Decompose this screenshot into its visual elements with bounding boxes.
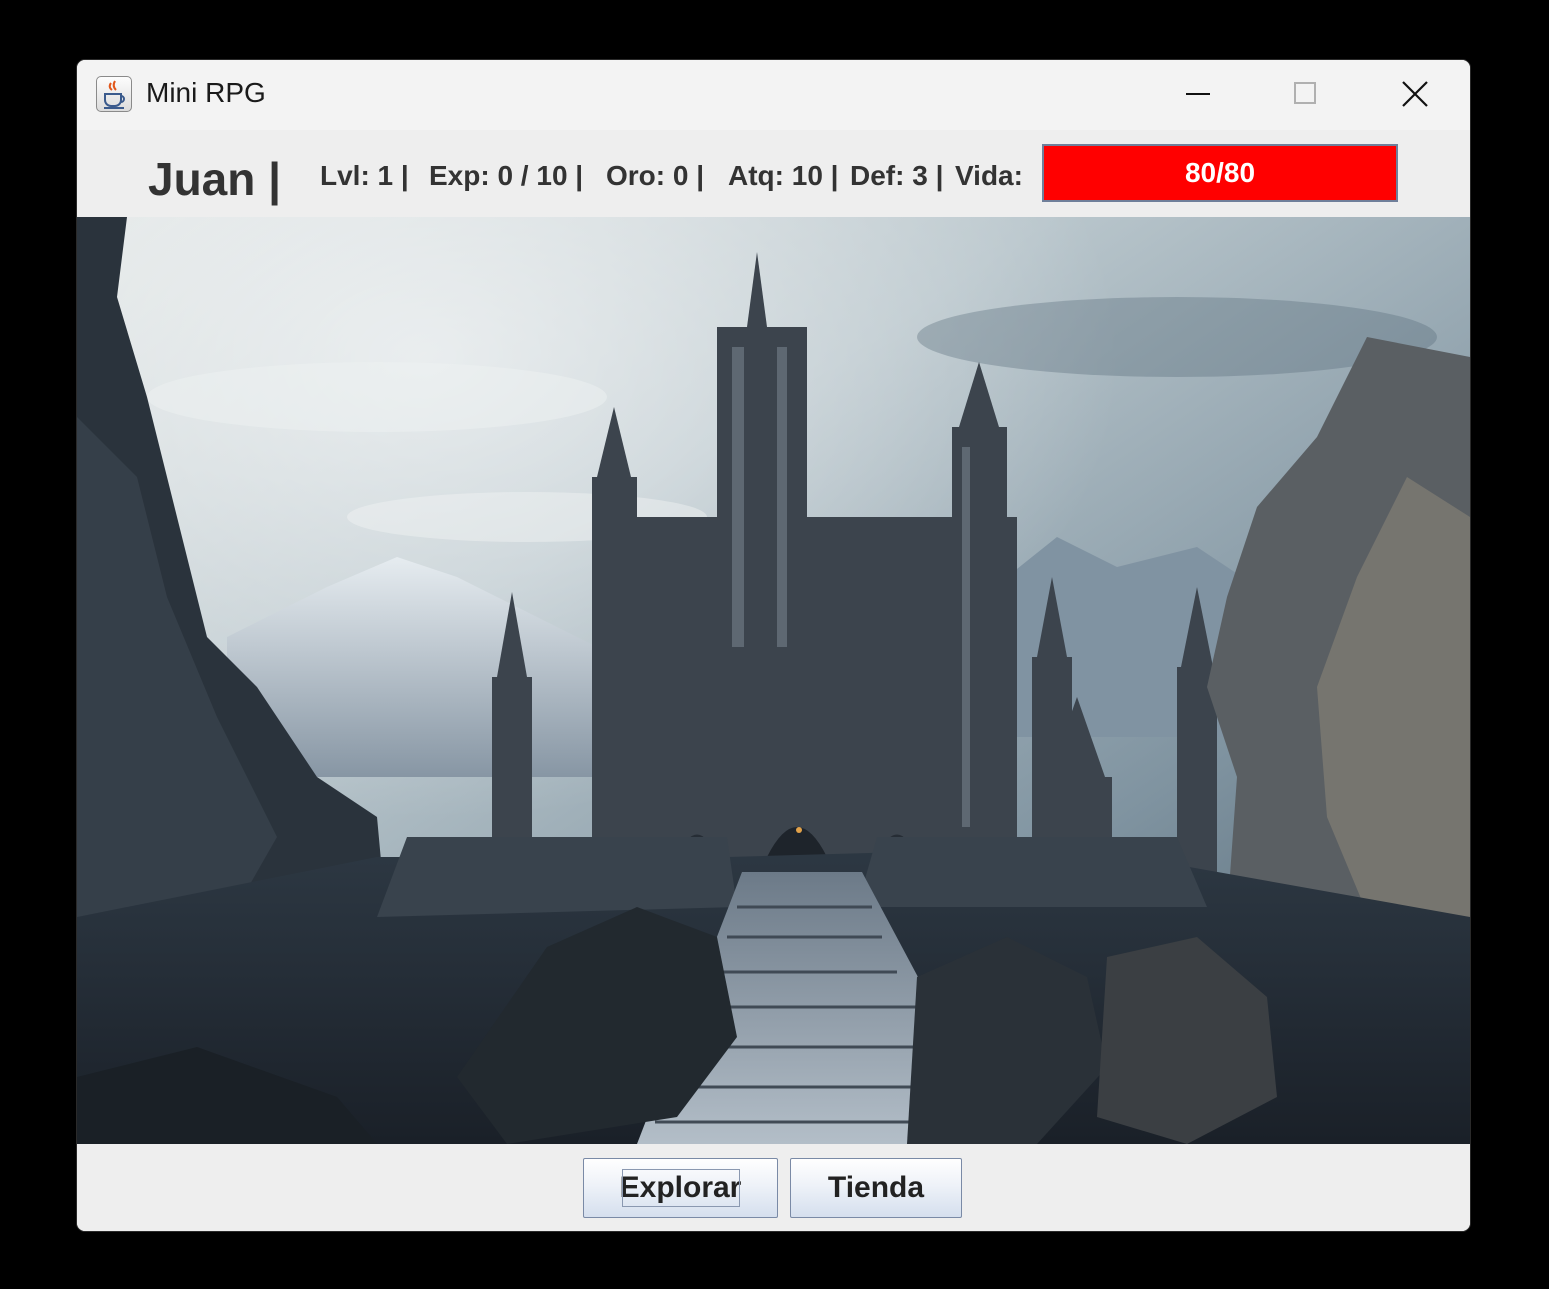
gold-stat: Oro: 0 |	[606, 160, 705, 191]
window-title: Mini RPG	[146, 77, 266, 108]
life-label: Vida:	[955, 160, 1023, 191]
explore-button-label: Explorar	[619, 1171, 742, 1204]
health-bar: 80/80	[1042, 144, 1398, 202]
java-cup-icon	[96, 76, 132, 112]
maximize-icon	[1294, 82, 1316, 104]
title-bar[interactable]: Mini RPG	[77, 60, 1470, 130]
shop-button-label: Tienda	[827, 1171, 925, 1204]
shop-button[interactable]: Tienda	[790, 1158, 962, 1218]
level-stat: Lvl: 1 |	[320, 160, 409, 191]
attack-stat: Atq: 10 |	[728, 160, 839, 191]
castle-landscape-image	[77, 217, 1470, 1144]
app-window: Mini RPG Juan | Lvl: 1 | Exp: 0 / 10 | O…	[77, 60, 1470, 1231]
explore-button[interactable]: Explorar	[583, 1158, 778, 1218]
action-bar: Explorar Tienda	[77, 1144, 1470, 1231]
close-button[interactable]	[1365, 60, 1465, 130]
close-icon	[1402, 81, 1428, 107]
player-name: Juan |	[148, 153, 282, 205]
defense-stat: Def: 3 |	[850, 160, 944, 191]
health-bar-text: 80/80	[1184, 157, 1256, 188]
minimize-button[interactable]	[1148, 60, 1248, 130]
exp-stat: Exp: 0 / 10 |	[429, 160, 584, 191]
minimize-icon	[1186, 93, 1210, 95]
player-status-bar: Juan | Lvl: 1 | Exp: 0 / 10 | Oro: 0 | A…	[77, 130, 1470, 217]
maximize-button[interactable]	[1255, 60, 1355, 130]
